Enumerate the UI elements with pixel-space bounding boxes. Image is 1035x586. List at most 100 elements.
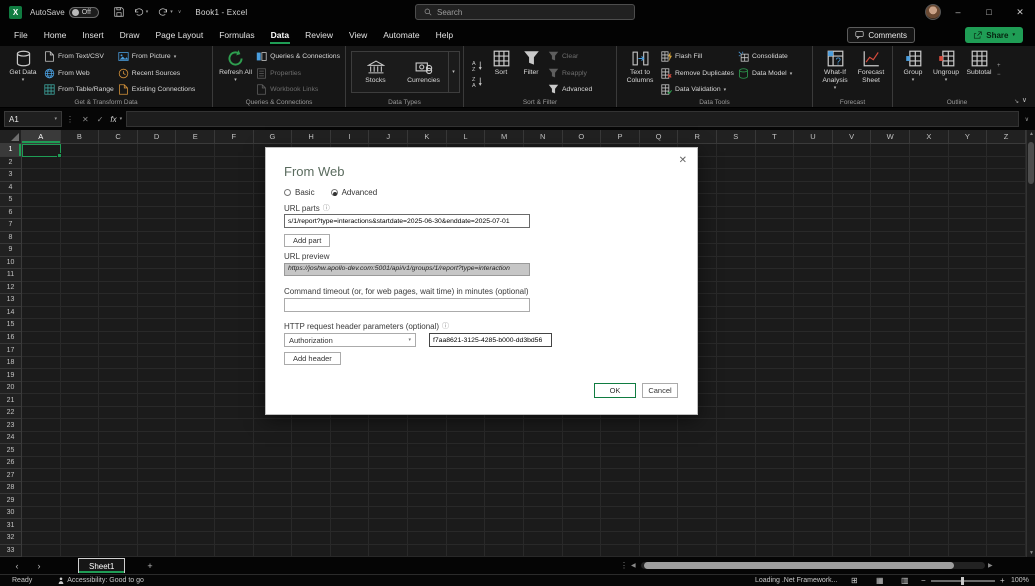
gallery-more-button[interactable]: ▾ [448,52,459,92]
cell-L31[interactable] [447,519,486,532]
cell-I29[interactable] [331,494,370,507]
cell-Z20[interactable] [987,382,1026,395]
column-header-R[interactable]: R [678,130,717,143]
cell-Z9[interactable] [987,244,1026,257]
cell-E23[interactable] [176,419,215,432]
cell-X23[interactable] [910,419,949,432]
cell-U14[interactable] [794,307,833,320]
cell-S33[interactable] [717,545,756,558]
cell-U15[interactable] [794,319,833,332]
cell-P29[interactable] [601,494,640,507]
cell-P28[interactable] [601,482,640,495]
cell-W18[interactable] [871,357,910,370]
cell-U21[interactable] [794,394,833,407]
timeout-input[interactable] [284,298,530,312]
cell-T15[interactable] [756,319,795,332]
cell-V9[interactable] [833,244,872,257]
scroll-down-icon[interactable]: ▼ [1027,550,1035,556]
cell-O30[interactable] [563,507,602,520]
cell-C18[interactable] [99,357,138,370]
cell-E30[interactable] [176,507,215,520]
column-header-I[interactable]: I [331,130,370,143]
row-header-19[interactable]: 19 [0,369,21,382]
column-header-Q[interactable]: Q [640,130,679,143]
cell-V24[interactable] [833,432,872,445]
cell-D13[interactable] [138,294,177,307]
cell-J26[interactable] [369,457,408,470]
tab-home[interactable]: Home [36,26,75,45]
search-input[interactable]: Search [415,4,635,20]
cell-U29[interactable] [794,494,833,507]
cell-D4[interactable] [138,182,177,195]
cell-D33[interactable] [138,545,177,558]
cell-C19[interactable] [99,369,138,382]
cell-J33[interactable] [369,545,408,558]
cell-B22[interactable] [61,407,100,420]
cell-I27[interactable] [331,469,370,482]
remove-duplicates-button[interactable]: Remove Duplicates [661,67,734,80]
cell-G32[interactable] [254,532,293,545]
cell-O23[interactable] [563,419,602,432]
cell-Y10[interactable] [949,257,988,270]
cell-M27[interactable] [485,469,524,482]
cell-D18[interactable] [138,357,177,370]
radio-basic[interactable]: Basic [284,188,315,197]
cell-D3[interactable] [138,169,177,182]
cell-J32[interactable] [369,532,408,545]
cell-D22[interactable] [138,407,177,420]
cell-B16[interactable] [61,332,100,345]
queries-connections-button[interactable]: Queries & Connections [256,50,340,63]
cell-I33[interactable] [331,545,370,558]
formula-input[interactable] [126,111,1018,127]
cell-E2[interactable] [176,157,215,170]
cell-S16[interactable] [717,332,756,345]
cell-K30[interactable] [408,507,447,520]
cell-J31[interactable] [369,519,408,532]
cell-F15[interactable] [215,319,254,332]
cell-T14[interactable] [756,307,795,320]
cell-Z2[interactable] [987,157,1026,170]
cell-W32[interactable] [871,532,910,545]
row-header-29[interactable]: 29 [0,494,21,507]
cell-H28[interactable] [292,482,331,495]
cell-V23[interactable] [833,419,872,432]
cell-X33[interactable] [910,545,949,558]
cell-Y22[interactable] [949,407,988,420]
cell-Z33[interactable] [987,545,1026,558]
radio-advanced[interactable]: Advanced [331,188,378,197]
cell-E15[interactable] [176,319,215,332]
column-header-K[interactable]: K [408,130,447,143]
cell-A27[interactable] [22,469,61,482]
cell-E3[interactable] [176,169,215,182]
cell-T33[interactable] [756,545,795,558]
cell-B5[interactable] [61,194,100,207]
cell-V33[interactable] [833,545,872,558]
cell-D21[interactable] [138,394,177,407]
cell-J28[interactable] [369,482,408,495]
cell-E27[interactable] [176,469,215,482]
cell-N23[interactable] [524,419,563,432]
cell-X11[interactable] [910,269,949,282]
cell-C15[interactable] [99,319,138,332]
cell-U32[interactable] [794,532,833,545]
sort-descending-button[interactable] [470,75,484,87]
cell-T26[interactable] [756,457,795,470]
row-header-27[interactable]: 27 [0,469,21,482]
from-picture-button[interactable]: From Picture▾ [118,50,195,63]
cell-W30[interactable] [871,507,910,520]
cell-D11[interactable] [138,269,177,282]
cell-U6[interactable] [794,207,833,220]
row-header-18[interactable]: 18 [0,357,21,370]
close-button[interactable]: ✕ [1005,0,1035,24]
cell-Y6[interactable] [949,207,988,220]
cell-G28[interactable] [254,482,293,495]
cell-U3[interactable] [794,169,833,182]
cell-Z26[interactable] [987,457,1026,470]
avatar[interactable] [925,4,941,20]
cell-R23[interactable] [678,419,717,432]
cell-A15[interactable] [22,319,61,332]
sort-ascending-button[interactable] [470,59,484,71]
cell-T27[interactable] [756,469,795,482]
cell-Y24[interactable] [949,432,988,445]
cell-A14[interactable] [22,307,61,320]
